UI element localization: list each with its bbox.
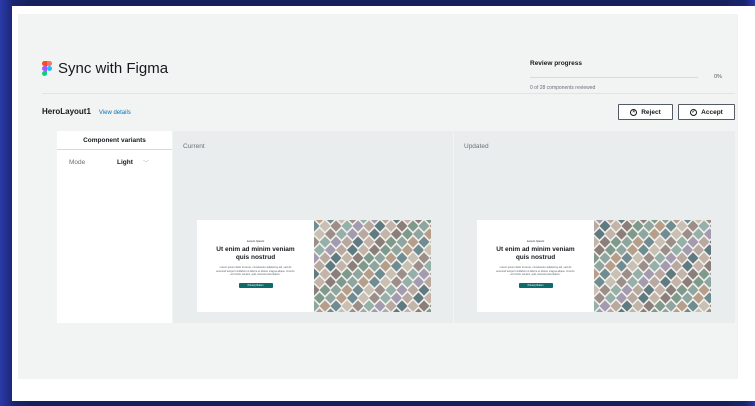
reject-button-label: Reject (641, 108, 661, 116)
current-pane-label: Current (183, 143, 205, 150)
review-progress-summary: 0 of 28 components reviewed (530, 85, 596, 91)
page-title: Sync with Figma (58, 60, 169, 77)
preview-primary-button: Primary Button (238, 282, 273, 288)
header-divider (42, 93, 735, 94)
layout-name: HeroLayout1 (42, 107, 91, 116)
review-progress: Review progress 0% 0 of 28 components re… (530, 60, 735, 91)
preview-tile-image (314, 220, 431, 312)
accept-button-label: Accept (701, 108, 723, 116)
reject-button[interactable]: × Reject (618, 104, 673, 120)
view-details-link[interactable]: View details (99, 110, 131, 116)
current-preview: Lorem Ipsum Ut enim ad minim veniam quis… (197, 220, 431, 312)
accept-button[interactable]: ✓ Accept (678, 104, 735, 120)
x-circle-icon: × (630, 108, 638, 116)
review-progress-label: Review progress (530, 60, 583, 67)
sidebar-title: Component variants (57, 131, 172, 150)
preview-eyebrow: Lorem Ipsum (526, 239, 545, 243)
preview-body: Lorem ipsum dolor sit amet, consectetur … (496, 266, 575, 277)
review-progress-bar (530, 76, 698, 78)
preview-body: Lorem ipsum dolor sit amet, consectetur … (216, 266, 295, 277)
component-variants-sidebar: Component variants Mode Light ﹀ (57, 131, 172, 323)
mode-select[interactable]: Mode Light ﹀ (57, 150, 172, 167)
current-pane: Current Lorem Ipsum Ut enim ad minim ven… (173, 131, 453, 323)
mode-label: Mode (69, 159, 86, 166)
chevron-down-icon: ﹀ (143, 161, 150, 167)
preview-eyebrow: Lorem Ipsum (246, 239, 265, 243)
page-header: Sync with Figma (42, 60, 168, 77)
updated-pane: Updated Lorem Ipsum Ut enim ad minim ven… (454, 131, 735, 323)
figma-logo-icon (42, 61, 52, 76)
preview-heading: Ut enim ad minim veniam quis nostrud (496, 246, 575, 261)
updated-preview: Lorem Ipsum Ut enim ad minim veniam quis… (477, 220, 711, 312)
check-circle-icon: ✓ (690, 108, 698, 116)
preview-primary-button: Primary Button (518, 282, 553, 288)
preview-tile-image (594, 220, 711, 312)
updated-pane-label: Updated (464, 143, 489, 150)
preview-heading: Ut enim ad minim veniam quis nostrud (216, 246, 295, 261)
mode-value: Light (117, 159, 133, 166)
layout-info: HeroLayout1 View details (42, 107, 131, 116)
review-progress-percent: 0% (714, 74, 722, 80)
